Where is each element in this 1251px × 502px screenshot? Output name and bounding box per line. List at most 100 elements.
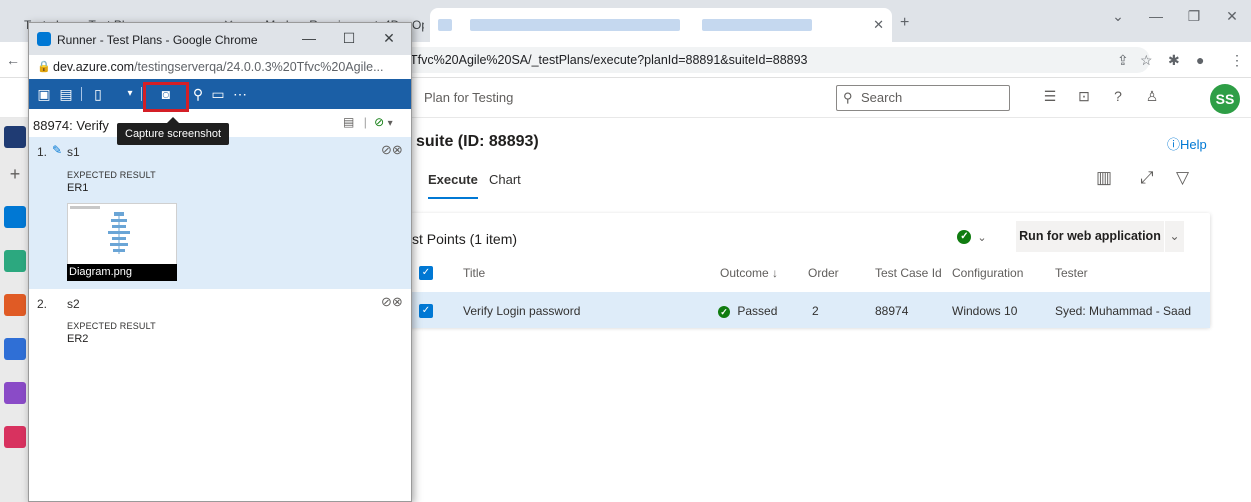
diagram-preview-image (70, 206, 130, 254)
attachment-filename[interactable]: Diagram.png (67, 264, 177, 281)
browser-tab-active[interactable]: ✕ (430, 8, 892, 42)
url-host: dev.azure.com (53, 60, 135, 74)
document-icon[interactable]: ▤ (343, 115, 354, 129)
column-header-test-case-id[interactable]: Test Case Id (875, 266, 942, 280)
minimize-icon[interactable]: — (1138, 8, 1174, 24)
share-icon[interactable]: ⇪ (1117, 52, 1129, 69)
comment-icon[interactable]: ▯ (89, 85, 107, 103)
step-outcome-icons[interactable]: ⊘⊗ (381, 294, 403, 310)
maximize-icon[interactable]: ☐ (339, 30, 359, 47)
cell-configuration: Windows 10 (952, 304, 1018, 318)
repos-icon[interactable] (4, 250, 26, 272)
more-options-icon[interactable]: ⋯ (231, 85, 249, 103)
profile-icon[interactable]: ● (1196, 52, 1204, 68)
cell-outcome: ✓ Passed (718, 304, 777, 318)
runner-titlebar[interactable]: Runner - Test Plans - Google Chrome — ☐ … (29, 23, 411, 55)
minimize-icon[interactable]: — (299, 30, 319, 46)
outcome-label: Passed (737, 304, 778, 318)
toolbar-divider (81, 87, 82, 101)
favicon-icon (438, 19, 452, 31)
divider: | (363, 115, 367, 129)
run-web-app-button[interactable]: Run for web application (1016, 221, 1164, 252)
column-header-tester[interactable]: Tester (1055, 266, 1088, 280)
runner-window: Runner - Test Plans - Google Chrome — ☐ … (28, 22, 412, 502)
select-all-checkbox[interactable]: ✓ (419, 266, 433, 280)
filter-icon[interactable]: ▽ (1176, 168, 1189, 188)
expected-result-label: EXPECTED RESULT (67, 321, 156, 331)
avatar[interactable]: SS (1210, 84, 1240, 114)
close-icon[interactable]: ✕ (873, 17, 884, 33)
record-actions-icon[interactable]: ⚲ (189, 85, 207, 103)
project-icon[interactable] (4, 126, 26, 148)
back-icon[interactable]: ← (6, 52, 20, 68)
url-path: /testingserverqa/24.0.0.3%20Tfvc%20Agile… (134, 60, 384, 74)
row-checkbox[interactable]: ✓ (419, 304, 433, 318)
pass-outcome-icon[interactable]: ⊘ (374, 115, 384, 129)
chevron-down-icon: ⌄ (977, 231, 987, 244)
search-input[interactable]: ⚲ Search (836, 85, 1010, 111)
expand-icon[interactable]: ⤢ (1140, 168, 1154, 188)
artifacts-icon[interactable] (4, 338, 26, 360)
shopping-bag-icon[interactable]: ⊡ (1074, 88, 1094, 105)
page-title: suite (ID: 88893) (416, 133, 539, 150)
restore-icon[interactable]: ❐ (1176, 8, 1212, 25)
test-step[interactable]: 2. s2 ⊘⊗ EXPECTED RESULT ER2 (29, 289, 411, 359)
column-header-configuration[interactable]: Configuration (952, 266, 1023, 280)
help-link[interactable]: ⓘHelp (1167, 134, 1207, 153)
left-navigation-rail: + (0, 118, 30, 502)
cell-order: 2 (812, 304, 819, 318)
test-points-title: st Points (1 item) (412, 231, 518, 247)
bookmark-star-icon[interactable]: ☆ (1140, 52, 1153, 69)
chevron-down-icon[interactable]: ▾ (388, 118, 393, 129)
run-options-dropdown[interactable]: ⌄ (1165, 221, 1184, 252)
runner-case-tools: ▤ | ⊘ ▾ (343, 115, 393, 129)
tab-execute[interactable]: Execute (428, 172, 478, 199)
column-options-icon[interactable]: ▥ (1096, 168, 1112, 188)
passed-icon: ✓ (718, 306, 730, 318)
close-icon[interactable]: ✕ (379, 30, 399, 47)
pencil-icon[interactable]: ✎ (52, 143, 62, 157)
extensions-icon[interactable]: ✱ (1168, 52, 1180, 69)
cell-title: Verify Login password (463, 304, 581, 318)
step-action: s1 (67, 145, 80, 159)
save-icon[interactable]: ▣ (35, 85, 53, 103)
test-plans-logo-icon (37, 32, 51, 46)
step-number: 2. (37, 297, 48, 311)
capture-screenshot-highlight (143, 82, 189, 112)
boards-icon[interactable] (4, 206, 26, 228)
breadcrumb[interactable]: Plan for Testing (424, 90, 513, 105)
column-header-outcome[interactable]: Outcome ↓ (720, 266, 778, 280)
user-settings-icon[interactable]: ♙ (1142, 88, 1162, 105)
lock-icon: 🔒 (37, 61, 51, 73)
step-number: 1. (37, 145, 48, 159)
tab-chart[interactable]: Chart (489, 172, 521, 187)
search-icon: ⚲ (843, 90, 853, 105)
pipelines-icon[interactable] (4, 294, 26, 316)
plus-icon[interactable]: + (4, 164, 26, 186)
cell-test-case-id: 88974 (875, 304, 909, 318)
more-menu-icon[interactable]: ⋮ (1230, 52, 1244, 69)
column-header-title[interactable]: Title (463, 266, 485, 280)
close-window-icon[interactable]: ✕ (1214, 8, 1250, 25)
runner-url-field[interactable]: 🔒 dev.azure.com/testingserverqa/24.0.0.3… (29, 55, 411, 79)
column-header-order[interactable]: Order (808, 266, 839, 280)
outcome-dropdown[interactable]: ✓ ⌄ (943, 222, 1001, 252)
runner-window-title: Runner - Test Plans - Google Chrome (57, 33, 258, 47)
test-plans-icon[interactable] (4, 382, 26, 404)
search-placeholder: Search (861, 90, 903, 105)
step-action: s2 (67, 297, 80, 311)
check-circle-icon: ✓ (957, 230, 972, 244)
extension-icon[interactable] (4, 426, 26, 448)
cell-tester: Syed: Muhammad - Saad (1055, 304, 1192, 318)
step-outcome-icons[interactable]: ⊘⊗ (381, 142, 403, 158)
expected-result-value: ER1 (67, 182, 89, 194)
save-close-icon[interactable]: ▤ (57, 85, 75, 103)
list-settings-icon[interactable]: ☰ (1040, 88, 1060, 105)
runner-test-case-title: 88974: Verify (33, 118, 109, 133)
new-tab-button[interactable]: + (900, 14, 909, 32)
chevron-down-icon[interactable]: ▾ (121, 85, 139, 103)
redacted-tab-title (470, 19, 680, 31)
chevron-down-icon[interactable]: ⌄ (1100, 8, 1136, 25)
video-icon[interactable]: ▭ (209, 85, 227, 103)
help-icon[interactable]: ? (1108, 88, 1128, 104)
